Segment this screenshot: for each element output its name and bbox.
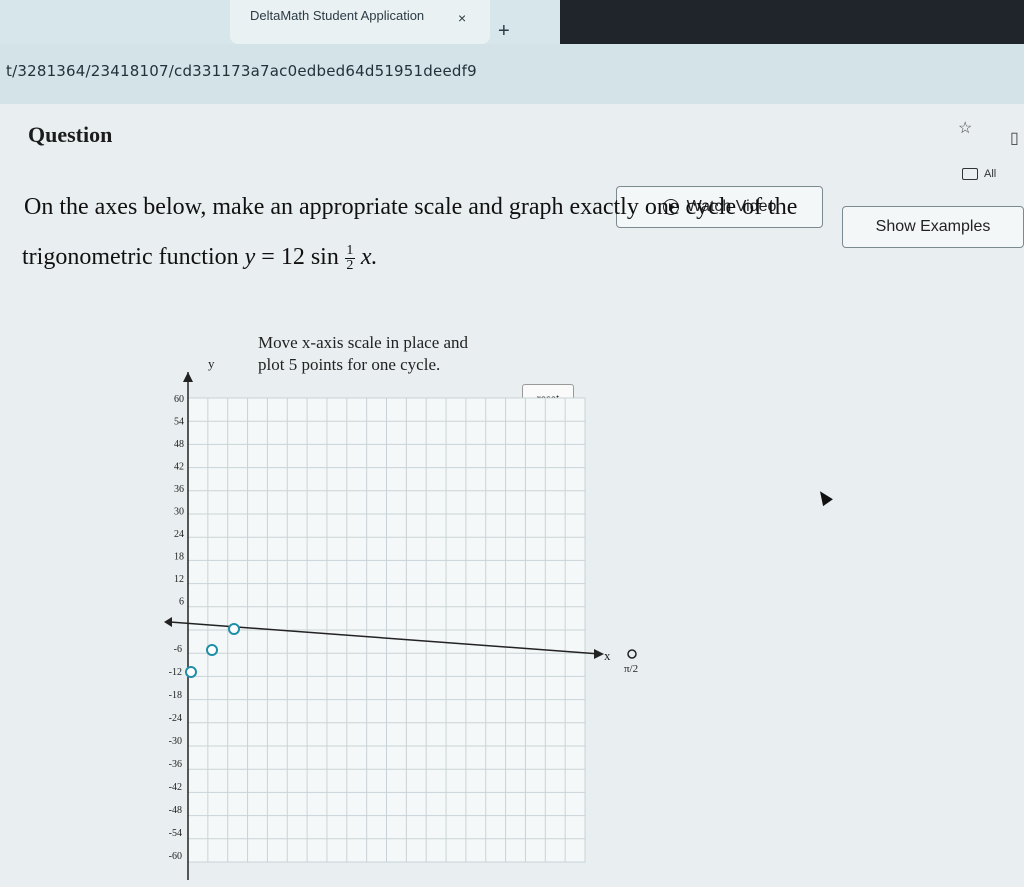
y-tick-label: -36 [169,759,182,770]
x-scale-handle-label: π/2 [624,663,638,675]
x-axis-right-arrow-icon [594,649,604,659]
y-tick-label: 6 [179,597,184,608]
y-tick-label: 48 [174,439,184,450]
y-tick-label: 60 [174,394,184,405]
y-tick-labels: 60 54 48 42 36 30 24 18 12 6 -6 -12 -18 -24 -30 -36 -42 -… [169,394,184,862]
y-tick-label: -12 [169,667,182,678]
y-tick-label: -24 [169,713,182,724]
x-scale-handle[interactable] [627,649,637,659]
y-tick-label: 42 [174,462,184,473]
y-axis-label: y [208,356,215,371]
y-tick-label: 36 [174,484,184,495]
y-tick-label: -18 [169,690,182,701]
y-tick-label: -30 [169,736,182,747]
y-axis-arrow-icon [183,372,193,382]
y-tick-label: 30 [174,507,184,518]
x-axis-left-arrow-icon [164,617,172,627]
plot-point[interactable] [185,666,197,678]
y-tick-label: 24 [174,529,184,540]
x-axis-label: x [604,648,611,663]
y-tick-label: 12 [174,574,184,585]
y-tick-label: 18 [174,552,184,563]
plot-point[interactable] [206,644,218,656]
y-tick-label: -54 [169,828,182,839]
y-tick-label: -60 [169,851,182,862]
grid [187,397,586,863]
plot-point[interactable] [228,623,240,635]
y-tick-label: -42 [169,782,182,793]
y-tick-label: -48 [169,805,182,816]
y-tick-label: 54 [174,417,184,428]
graph-canvas[interactable]: y x π/2 60 54 48 42 36 30 24 18 12 6 -6 -12 -18 -24 -30 -… [0,0,1024,887]
y-tick-label: -6 [174,644,182,655]
